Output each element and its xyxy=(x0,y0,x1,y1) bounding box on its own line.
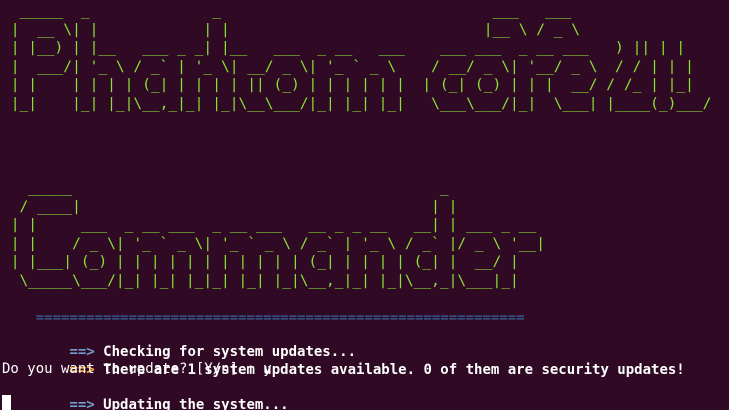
terminal-cursor[interactable] xyxy=(2,395,11,410)
output-line-available: ==> There are 1 system updates available… xyxy=(2,343,684,378)
ascii-logo-commander: _____ _ / ____| | | | | ___ _ __ ___ _ _… xyxy=(10,179,545,289)
ascii-logo-phantom-core: _____ _ _ ___ ___ | __ \| | | | |__ \ / … xyxy=(10,2,712,112)
update-prompt: Do you want to update? [Y/n] : y xyxy=(2,361,272,377)
info-arrow: ==> xyxy=(35,397,104,410)
terminal-window[interactable]: _____ _ _ ___ ___ | __ \| | | | |__ \ / … xyxy=(0,0,729,410)
output-line-checking: ==> Checking for system updates... xyxy=(2,325,356,360)
updating-system-text: Updating the system... xyxy=(103,397,289,410)
output-line-updating: ==> Updating the system... xyxy=(2,378,288,410)
